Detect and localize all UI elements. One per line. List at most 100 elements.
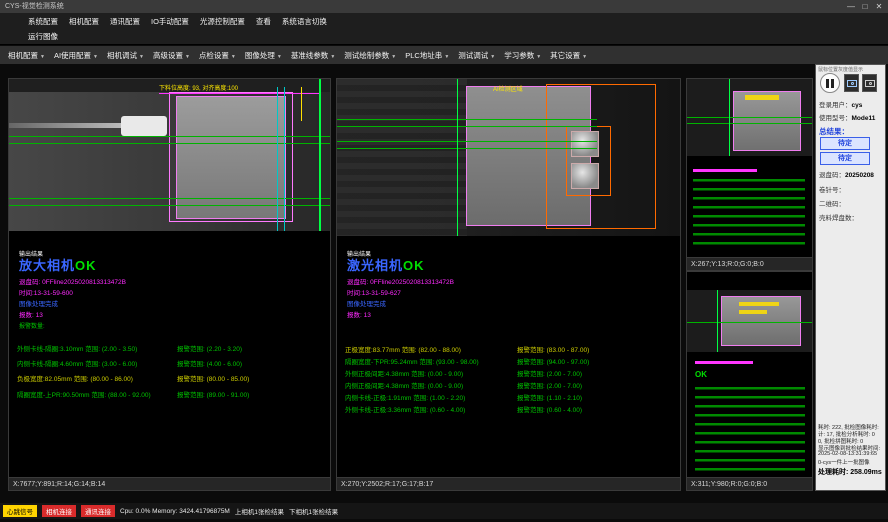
- chevron-down-icon: ▼: [277, 54, 282, 60]
- title-bar: CYS-视觉检测系统 — □ ✕: [0, 0, 888, 13]
- measurement-value: 隔圈宽度-上PR:90.50mm 范围: (88.00 - 92.00): [17, 392, 151, 399]
- camera-view-small-bottom: OK: [686, 271, 813, 478]
- overlay-label-bar: [745, 95, 779, 100]
- measure-line-green-bright: [319, 79, 321, 231]
- process-done-line: 图像处理完成: [19, 298, 58, 308]
- pause-button[interactable]: [820, 73, 840, 93]
- camera-view-small-top: [686, 78, 813, 258]
- minimize-button[interactable]: —: [844, 0, 858, 13]
- tab-learn-params[interactable]: 学习参数▼: [504, 50, 541, 61]
- camera-2-button[interactable]: [862, 74, 877, 92]
- menu-item-language-switch[interactable]: 系统语言切换: [282, 16, 327, 27]
- tab-run-image[interactable]: 运行图像: [28, 31, 58, 42]
- reflective-feature: [571, 131, 599, 157]
- tab-ai-config[interactable]: AI使用配置▼: [54, 50, 98, 61]
- measurement-value: 内侧正极间距:4.38mm 范围: (0.00 - 9.00): [345, 383, 463, 390]
- alarm-range: 报警范围: (89.00 - 91.00): [177, 389, 249, 399]
- tab-draw-params[interactable]: 测试绘制参数▼: [344, 50, 396, 61]
- menu-item-light-control[interactable]: 光源控制配置: [200, 16, 245, 27]
- probe-wire: [9, 123, 121, 128]
- window-controls: — □ ✕: [844, 0, 886, 13]
- measure-line-green: [687, 322, 812, 323]
- tray-code-field: 退盘码：20250208: [819, 169, 874, 179]
- chevron-down-icon: ▼: [139, 54, 144, 60]
- tab-advanced-settings[interactable]: 高级设置▼: [153, 50, 190, 61]
- pause-icon: [831, 79, 834, 88]
- measure-line-green: [9, 205, 330, 206]
- status-bar: 心跳信号 相机连接 通讯连接 Cpu: 0.0% Memory: 3424.41…: [0, 503, 888, 519]
- chevron-down-icon: ▼: [185, 54, 190, 60]
- alarm-range: 报警范围: (0.60 - 4.00): [517, 404, 582, 414]
- alarm-range: 报警范围: (2.00 - 7.00): [517, 380, 582, 390]
- model-select[interactable]: Mode11: [852, 115, 876, 122]
- measurement-row: 隔圈宽度-上PR:90.50mm 范围: (88.00 - 92.00) 报警范…: [17, 389, 328, 399]
- result-ok-badge: OK: [695, 370, 707, 379]
- camera-1-button[interactable]: [844, 74, 859, 92]
- measurement-row: 隔圈宽度-下PR:95.24mm 范围: (93.00 - 98.00) 报警范…: [345, 356, 678, 366]
- measure-line-green: [337, 148, 597, 149]
- chevron-down-icon: ▼: [490, 54, 495, 60]
- tab-baseline-params[interactable]: 基准线参数▼: [291, 50, 335, 61]
- reflective-feature: [571, 163, 599, 189]
- camera-icon: [865, 80, 875, 87]
- result-ok-badge: OK: [403, 258, 425, 273]
- chevron-down-icon: ▼: [93, 54, 98, 60]
- measurement-row: 外侧卡线-正极:3.36mm 范围: (0.60 - 4.00) 报警范围: (…: [345, 404, 678, 414]
- measure-line-cyan: [277, 87, 278, 231]
- machinery-texture: [337, 79, 467, 236]
- chevron-down-icon: ▼: [231, 54, 236, 60]
- pixel-readout-small-top: X:267;Y:13;R:0;G:0;B:0: [686, 258, 813, 271]
- result-status-box-1: 待定: [820, 137, 870, 150]
- camera-image-small-top[interactable]: [687, 79, 812, 156]
- measure-line-yellow: [301, 87, 302, 121]
- camera-image-left[interactable]: 下料位高度: 93, 对齐高度:100: [9, 79, 330, 231]
- measurement-value: 内侧卡线-正极:1.91mm 范围: (1.00 - 2.20): [345, 395, 465, 402]
- tab-plc-address[interactable]: PLC地址串▼: [405, 50, 449, 61]
- camera-view-middle: AI检测区域 输出结果 激光相机OK 退盘码: 0FFline202502081…: [336, 78, 681, 478]
- roi-box-pink: [169, 92, 293, 222]
- menu-item-system-config[interactable]: 系统配置: [28, 16, 58, 27]
- app-window: CYS-视觉检测系统 — □ ✕ 系统配置 相机配置 通讯配置 IO手动配置 光…: [0, 0, 888, 522]
- measurement-row: 内侧卡线-隔圈:4.60mm 范围: (3.00 - 6.00) 报警范围: (…: [17, 358, 328, 368]
- total-result-label: 总结果：: [819, 126, 849, 137]
- tab-other-settings[interactable]: 其它设置▼: [550, 50, 587, 61]
- menu-item-camera-config[interactable]: 相机配置: [69, 16, 99, 27]
- result-ok-badge: OK: [75, 258, 97, 273]
- overlay-label-bar: [739, 302, 779, 306]
- stats-line: 2025-02-08-13:31:39:65: [818, 451, 877, 457]
- probe-connector: [121, 116, 167, 136]
- measurement-value: 内侧卡线-隔圈:4.60mm 范围: (3.00 - 6.00): [17, 361, 137, 368]
- alarm-range: 报警范围: (2.00 - 7.00): [517, 368, 582, 378]
- measurement-value: 隔圈宽度-下PR:95.24mm 范围: (93.00 - 98.00): [345, 359, 479, 366]
- lower-camera-result-label: 下相机1张检结果: [289, 506, 338, 516]
- camera-connect-badge[interactable]: 相机连接: [42, 505, 76, 517]
- pin-number-field: 卷针号：: [819, 184, 845, 194]
- camera-image-middle[interactable]: AI检测区域: [337, 79, 680, 236]
- tab-image-processing[interactable]: 图像处理▼: [245, 50, 282, 61]
- comm-connect-badge[interactable]: 通讯连接: [81, 505, 115, 517]
- maximize-button[interactable]: □: [858, 0, 872, 13]
- tab-camera-config[interactable]: 相机配置▼: [8, 50, 45, 61]
- window-title: CYS-视觉检测系统: [5, 3, 64, 10]
- heartbeat-status-badge[interactable]: 心跳信号: [3, 505, 37, 517]
- measurement-row: 内侧卡线-正极:1.91mm 范围: (1.00 - 2.20) 报警范围: (…: [345, 392, 678, 402]
- camera-image-small-bottom[interactable]: [687, 290, 812, 352]
- measurement-row: 负极宽度:82.05mm 范围: (80.00 - 86.00) 报警范围: (…: [17, 373, 328, 383]
- chevron-down-icon: ▼: [40, 54, 45, 60]
- menu-item-view[interactable]: 查看: [256, 16, 271, 27]
- measure-line-magenta: [159, 93, 319, 94]
- measure-line-green: [337, 141, 597, 142]
- camera-result-title: 放大相机OK: [19, 255, 97, 274]
- tab-camera-debug[interactable]: 相机调试▼: [107, 50, 144, 61]
- tab-test-debug[interactable]: 测试调试▼: [458, 50, 495, 61]
- menu-item-comm-config[interactable]: 通讯配置: [110, 16, 140, 27]
- measurement-value: 外侧正极间距:4.38mm 范围: (0.00 - 9.00): [345, 371, 463, 378]
- tab-spot-check[interactable]: 点检设置▼: [199, 50, 236, 61]
- menu-item-io-manual[interactable]: IO手动配置: [151, 16, 189, 27]
- measure-line-green-bright: [457, 79, 458, 236]
- alarm-range: 报警范围: (4.00 - 6.00): [177, 358, 242, 368]
- close-button[interactable]: ✕: [872, 0, 886, 13]
- report-count-line: 报数: 13: [347, 309, 371, 319]
- alarm-range: 报警范围: (2.20 - 3.20): [177, 343, 242, 353]
- pixel-readout-small-bottom: X:311;Y:980;R:0;G:0;B:0: [686, 478, 813, 491]
